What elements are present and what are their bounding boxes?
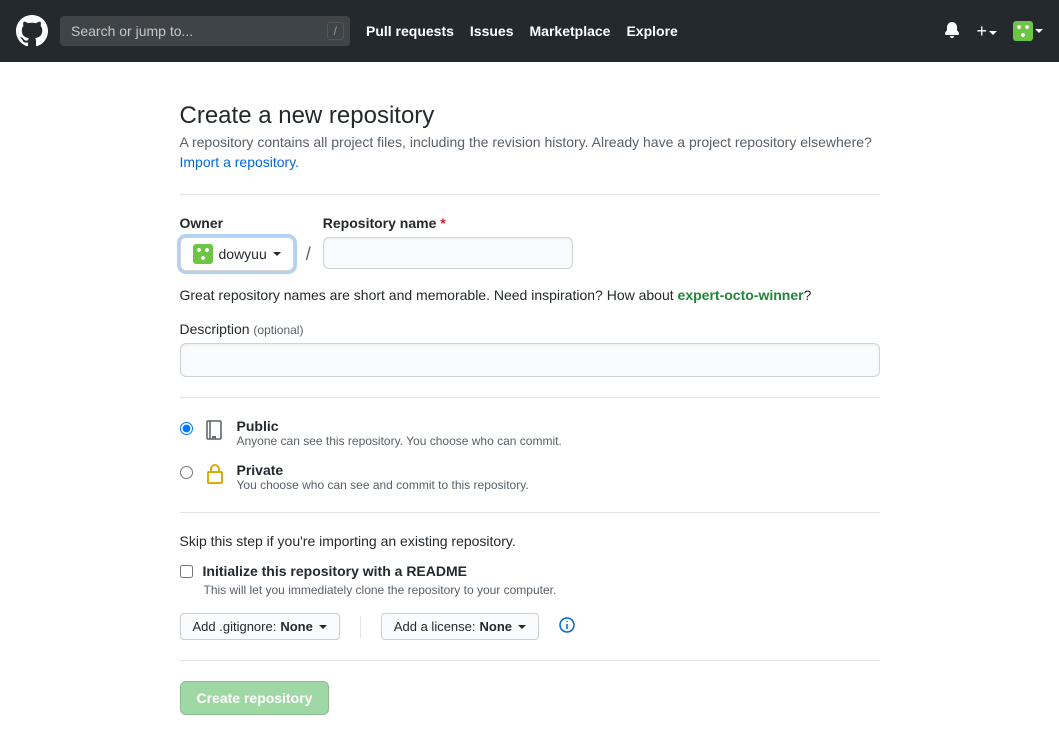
main-content: Create a new repository A repository con… bbox=[180, 62, 880, 755]
readme-desc: This will let you immediately clone the … bbox=[204, 583, 880, 597]
nav-issues[interactable]: Issues bbox=[470, 23, 514, 39]
owner-name-row: Owner dowyuu / Repository name * bbox=[180, 215, 880, 271]
visibility-private-row: Private You choose who can see and commi… bbox=[180, 462, 880, 492]
divider bbox=[180, 194, 880, 195]
github-mark-icon bbox=[16, 15, 48, 47]
description-input[interactable] bbox=[180, 343, 880, 377]
caret-down-icon bbox=[1035, 29, 1043, 33]
divider bbox=[180, 660, 880, 661]
search-input[interactable] bbox=[60, 16, 350, 46]
readme-checkbox[interactable] bbox=[180, 565, 193, 578]
public-label: Public bbox=[237, 418, 562, 434]
owner-name: dowyuu bbox=[219, 246, 267, 262]
license-prefix: Add a license: bbox=[394, 619, 476, 634]
visibility-public-radio[interactable] bbox=[180, 422, 193, 435]
caret-down-icon bbox=[989, 31, 997, 35]
github-logo[interactable] bbox=[16, 15, 48, 47]
caret-down-icon bbox=[319, 625, 327, 629]
private-text: Private You choose who can see and commi… bbox=[237, 462, 529, 492]
repo-name-column: Repository name * bbox=[323, 215, 573, 269]
name-suggestion-link[interactable]: expert-octo-winner bbox=[678, 287, 804, 303]
nav-marketplace[interactable]: Marketplace bbox=[530, 23, 611, 39]
create-new-menu[interactable]: + bbox=[976, 21, 997, 42]
vertical-divider bbox=[360, 616, 361, 638]
dropdown-group: Add .gitignore: None Add a license: None bbox=[180, 613, 880, 640]
user-menu[interactable] bbox=[1013, 21, 1043, 41]
caret-down-icon bbox=[518, 625, 526, 629]
readme-check-row: Initialize this repository with a README bbox=[180, 563, 880, 579]
gitignore-dropdown[interactable]: Add .gitignore: None bbox=[180, 613, 340, 640]
public-desc: Anyone can see this repository. You choo… bbox=[237, 434, 562, 448]
private-label: Private bbox=[237, 462, 529, 478]
search-wrap: / bbox=[60, 16, 350, 46]
gitignore-value: None bbox=[280, 619, 313, 634]
license-value: None bbox=[480, 619, 513, 634]
private-lock-icon bbox=[203, 462, 227, 489]
repo-name-tip: Great repository names are short and mem… bbox=[180, 287, 880, 303]
page-lead: A repository contains all project files,… bbox=[180, 134, 880, 150]
license-info-icon[interactable] bbox=[559, 617, 575, 636]
slash-key-hint: / bbox=[327, 22, 344, 40]
visibility-private-radio[interactable] bbox=[180, 466, 193, 479]
public-repo-icon bbox=[203, 418, 227, 445]
bell-icon bbox=[944, 22, 960, 38]
caret-down-icon bbox=[273, 252, 281, 256]
nav-explore[interactable]: Explore bbox=[626, 23, 677, 39]
skip-text: Skip this step if you're importing an ex… bbox=[180, 533, 880, 549]
divider bbox=[180, 397, 880, 398]
private-desc: You choose who can see and commit to thi… bbox=[237, 478, 529, 492]
avatar-icon bbox=[1013, 21, 1033, 41]
page-title: Create a new repository bbox=[180, 102, 880, 130]
owner-label: Owner bbox=[180, 215, 294, 231]
description-label: Description (optional) bbox=[180, 321, 304, 337]
create-repository-button[interactable]: Create repository bbox=[180, 681, 330, 715]
import-repository-link[interactable]: Import a repository. bbox=[180, 154, 300, 170]
main-nav: Pull requests Issues Marketplace Explore bbox=[366, 23, 678, 39]
header-right: + bbox=[944, 21, 1043, 42]
gitignore-prefix: Add .gitignore: bbox=[193, 619, 277, 634]
owner-column: Owner dowyuu bbox=[180, 215, 294, 271]
visibility-public-row: Public Anyone can see this repository. Y… bbox=[180, 418, 880, 448]
top-header: / Pull requests Issues Marketplace Explo… bbox=[0, 0, 1059, 62]
plus-icon: + bbox=[976, 21, 987, 41]
slash-separator: / bbox=[306, 244, 311, 265]
readme-label: Initialize this repository with a README bbox=[203, 563, 467, 579]
nav-pull-requests[interactable]: Pull requests bbox=[366, 23, 454, 39]
divider bbox=[180, 512, 880, 513]
required-asterisk: * bbox=[440, 215, 445, 231]
info-icon bbox=[559, 617, 575, 633]
notifications-icon[interactable] bbox=[944, 22, 960, 41]
owner-avatar-icon bbox=[193, 244, 213, 264]
optional-hint: (optional) bbox=[253, 323, 303, 337]
public-text: Public Anyone can see this repository. Y… bbox=[237, 418, 562, 448]
license-dropdown[interactable]: Add a license: None bbox=[381, 613, 539, 640]
repo-name-label: Repository name * bbox=[323, 215, 573, 231]
owner-picker[interactable]: dowyuu bbox=[180, 237, 294, 271]
repo-name-input[interactable] bbox=[323, 237, 573, 269]
